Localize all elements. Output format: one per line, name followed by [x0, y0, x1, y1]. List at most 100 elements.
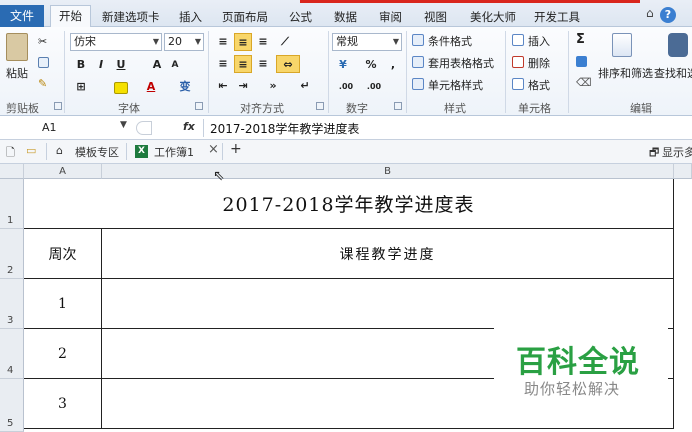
- format-painter-icon[interactable]: ✎: [38, 77, 47, 90]
- number-format-combo[interactable]: 常规 ▼: [332, 33, 402, 51]
- decrease-decimal-button[interactable]: .00: [362, 78, 386, 96]
- column-header-a[interactable]: A: [24, 164, 102, 179]
- font-launcher-icon[interactable]: [195, 102, 203, 110]
- insert-function-button[interactable]: fx: [183, 120, 195, 133]
- format-as-table-button[interactable]: 套用表格格式: [428, 55, 494, 71]
- tab-review[interactable]: 审阅: [379, 7, 402, 27]
- text-direction-icon[interactable]: »: [264, 77, 282, 95]
- header-week-cell[interactable]: 周次: [24, 229, 102, 279]
- close-tab-icon[interactable]: ×: [208, 142, 219, 157]
- tab-beautify[interactable]: 美化大师: [470, 7, 516, 27]
- alignment-group-label: 对齐方式: [240, 102, 284, 115]
- clipboard-launcher-icon[interactable]: [54, 102, 62, 110]
- bold-button[interactable]: B: [72, 56, 90, 74]
- font-color-button[interactable]: A: [142, 78, 160, 96]
- alignment-launcher-icon[interactable]: [316, 102, 324, 110]
- watermark-title: 百科全说: [516, 345, 640, 380]
- row-header-4[interactable]: 4: [0, 329, 24, 379]
- open-folder-icon[interactable]: ▭: [26, 144, 36, 157]
- display-multi-button[interactable]: 显示多: [662, 144, 692, 160]
- tab-formulas[interactable]: 公式: [289, 7, 312, 27]
- insert-cells-button[interactable]: 插入: [528, 33, 550, 49]
- ribbon-body: 粘贴 ✂ ✎ 剪贴板 仿宋 ▼ 20 ▼ B I U A A ⊞ A 变 字体 ≡ …: [0, 27, 692, 116]
- excel-icon: X: [135, 145, 148, 158]
- tab-page-layout[interactable]: 页面布局: [222, 7, 268, 27]
- paste-button[interactable]: 粘贴: [6, 65, 28, 81]
- merge-center-icon[interactable]: ⇔: [276, 55, 300, 73]
- progress-cell-1[interactable]: [102, 279, 674, 329]
- tab-new[interactable]: 新建选项卡: [102, 7, 160, 27]
- week-cell-3[interactable]: 3: [24, 379, 102, 429]
- tab-home[interactable]: 开始: [50, 5, 91, 28]
- align-center-icon[interactable]: ≡: [234, 55, 252, 73]
- display-multi-icon[interactable]: 🗗: [649, 144, 659, 163]
- tab-divider: [126, 143, 127, 160]
- copy-icon[interactable]: [38, 57, 49, 68]
- fill-color-icon[interactable]: [114, 82, 128, 94]
- tab-divider: [222, 143, 223, 160]
- format-cells-button[interactable]: 格式: [528, 77, 550, 93]
- find-select-button[interactable]: 查找和选: [654, 65, 692, 81]
- paste-icon[interactable]: [6, 33, 28, 61]
- week-cell-1[interactable]: 1: [24, 279, 102, 329]
- help-icon[interactable]: ?: [660, 7, 676, 23]
- align-top-icon[interactable]: ≡: [214, 33, 232, 51]
- font-name-combo[interactable]: 仿宋 ▼: [70, 33, 162, 51]
- wrap-text-icon[interactable]: ↵: [296, 77, 314, 95]
- formula-cancel-icon[interactable]: [136, 121, 152, 135]
- title-cell[interactable]: 2017-2018学年教学进度表: [24, 179, 674, 229]
- new-doc-icon[interactable]: 🗋: [6, 144, 15, 163]
- row-header-2[interactable]: 2: [0, 229, 24, 279]
- name-box[interactable]: A1: [2, 119, 114, 137]
- decrease-indent-icon[interactable]: ⇤: [214, 77, 232, 95]
- column-header-b[interactable]: B: [102, 164, 674, 179]
- align-middle-icon[interactable]: ≡: [234, 33, 252, 51]
- row-header-5[interactable]: 5: [0, 379, 24, 432]
- comma-button[interactable]: ,: [384, 56, 402, 74]
- name-box-dropdown-icon[interactable]: ▼: [120, 120, 127, 130]
- percent-button[interactable]: %: [362, 56, 380, 74]
- workbook-tab[interactable]: 工作簿1: [154, 144, 194, 160]
- column-header-c[interactable]: [674, 164, 692, 179]
- sort-filter-button[interactable]: 排序和筛选: [598, 65, 653, 81]
- tab-data[interactable]: 数据: [334, 7, 357, 27]
- row-header-3[interactable]: 3: [0, 279, 24, 329]
- conditional-format-button[interactable]: 条件格式: [428, 33, 472, 49]
- orientation-icon[interactable]: ⟋: [276, 33, 294, 51]
- formula-input[interactable]: 2017-2018学年教学进度表: [210, 120, 359, 137]
- increase-indent-icon[interactable]: ⇥: [234, 77, 252, 95]
- borders-icon[interactable]: ⊞: [72, 78, 90, 96]
- select-all-corner[interactable]: [0, 164, 24, 179]
- number-launcher-icon[interactable]: [394, 102, 402, 110]
- collapse-ribbon-icon[interactable]: ⌂: [646, 6, 654, 24]
- shrink-font-button[interactable]: A: [166, 56, 184, 74]
- add-tab-button[interactable]: +: [230, 141, 242, 157]
- align-bottom-icon[interactable]: ≡: [254, 33, 272, 51]
- font-size-combo[interactable]: 20 ▼: [164, 33, 204, 51]
- tab-view[interactable]: 视图: [424, 7, 447, 27]
- phonetic-button[interactable]: 变: [176, 78, 194, 96]
- file-tab[interactable]: 文件: [0, 5, 44, 27]
- watermark: 百科全说 助你轻松解决: [494, 327, 668, 407]
- underline-button[interactable]: U: [112, 56, 130, 74]
- row-header-1[interactable]: 1: [0, 179, 24, 229]
- header-progress-cell[interactable]: 课程教学进度: [102, 229, 674, 279]
- italic-button[interactable]: I: [92, 56, 110, 74]
- home-icon[interactable]: ⌂: [56, 144, 63, 157]
- cell-styles-button[interactable]: 单元格样式: [428, 77, 483, 93]
- week-cell-2[interactable]: 2: [24, 329, 102, 379]
- increase-decimal-button[interactable]: .00: [334, 78, 358, 96]
- clear-icon[interactable]: ⌫: [576, 76, 592, 89]
- tab-developer[interactable]: 开发工具: [534, 7, 580, 27]
- delete-cells-button[interactable]: 删除: [528, 55, 550, 71]
- accounting-format-icon[interactable]: ¥: [334, 56, 352, 74]
- align-left-icon[interactable]: ≡: [214, 55, 232, 73]
- fill-down-icon[interactable]: [576, 56, 587, 67]
- grow-font-button[interactable]: A: [148, 56, 166, 74]
- cut-icon[interactable]: ✂: [38, 35, 47, 48]
- tab-insert[interactable]: 插入: [179, 7, 202, 27]
- template-tab[interactable]: 模板专区: [75, 144, 119, 160]
- find-select-icon: [668, 33, 688, 57]
- align-right-icon[interactable]: ≡: [254, 55, 272, 73]
- autosum-button[interactable]: Σ: [576, 32, 585, 47]
